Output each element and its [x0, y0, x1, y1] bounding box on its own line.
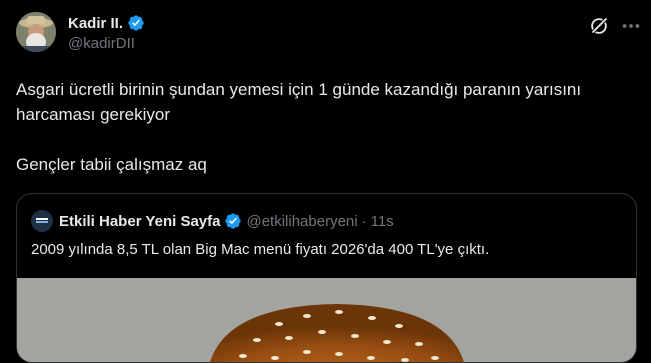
author-handle[interactable]: @kadirDII	[68, 35, 135, 52]
quoted-tweet-time[interactable]: 11s	[371, 213, 394, 230]
verified-badge-icon	[225, 213, 242, 229]
burger-photo[interactable]	[17, 278, 636, 362]
author-name-text: Kadir II.	[68, 14, 124, 32]
author-avatar[interactable]	[16, 12, 56, 52]
more-icon[interactable]	[620, 15, 642, 37]
quoted-tweet-text: 2009 yılında 8,5 TL olan Big Mac menü fi…	[31, 241, 490, 258]
verified-badge-icon	[128, 15, 144, 31]
quoted-author-handle[interactable]: @etkilihaberyeni	[246, 213, 357, 230]
quoted-tweet-card[interactable]: Etkili Haber Yeni Sayfa @etkilihaberyeni…	[16, 193, 637, 363]
grok-icon[interactable]	[588, 15, 610, 37]
separator-dot: ·	[361, 212, 367, 230]
tweet-text: Asgari ücretli birinin şundan yemesi içi…	[16, 80, 582, 174]
quoted-tweet-header: Etkili Haber Yeni Sayfa @etkilihaberyeni…	[59, 212, 394, 230]
author-name[interactable]: Kadir II.	[68, 14, 145, 32]
quoted-author-avatar[interactable]	[31, 210, 53, 232]
quoted-author-name[interactable]: Etkili Haber Yeni Sayfa	[59, 213, 220, 230]
